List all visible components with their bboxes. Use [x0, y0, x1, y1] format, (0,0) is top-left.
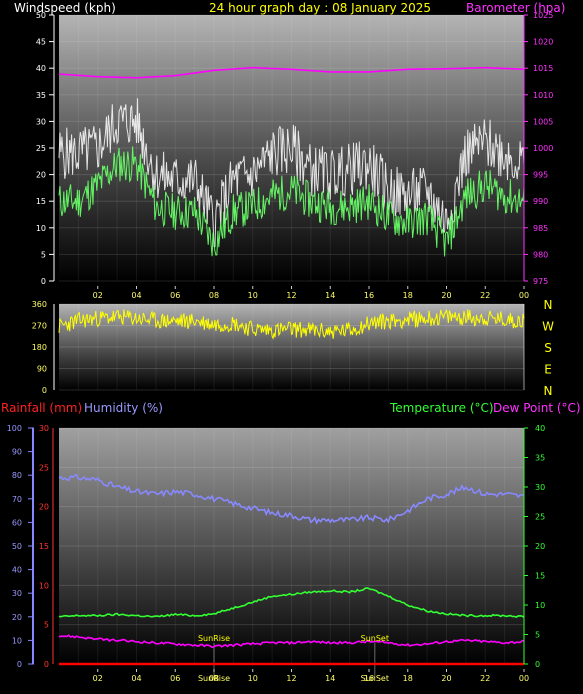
dewpoint-label: Dew Point (°C)	[493, 401, 581, 415]
sunrise-bottom-label: SunRise	[198, 674, 230, 683]
rain-tick-label: 30	[39, 424, 49, 433]
direction-tick-label: 0	[42, 386, 47, 395]
temp-tick-label: 30	[535, 483, 545, 492]
compass-label: E	[544, 363, 552, 377]
thermo-x-tick-label: 06	[170, 674, 180, 683]
temp-tick-label: 25	[535, 513, 545, 522]
thermo-x-tick-label: 20	[441, 674, 451, 683]
barometer-tick-label: 1005	[533, 117, 553, 126]
humidity-tick-label: 100	[7, 424, 22, 433]
windspeed-tick-label: 35	[36, 91, 46, 100]
barometer-tick-label: 975	[533, 277, 548, 286]
temp-tick-label: 35	[535, 454, 545, 463]
wind-x-tick-label: 02	[93, 291, 103, 300]
barometer-tick-label: 995	[533, 171, 548, 180]
humidity-label: Humidity (%)	[84, 401, 163, 415]
windspeed-tick-label: 10	[36, 224, 46, 233]
thermo-x-tick-label: 10	[248, 674, 258, 683]
chart-title: 24 hour graph day : 08 January 2025	[209, 1, 431, 15]
humidity-tick-label: 40	[12, 566, 22, 575]
direction-tick-label: 180	[32, 343, 47, 352]
barometer-tick-label: 1015	[533, 64, 553, 73]
direction-tick-label: 270	[32, 322, 47, 331]
wind-x-tick-label: 14	[325, 291, 335, 300]
compass-label: N	[544, 298, 553, 312]
windspeed-tick-label: 45	[36, 38, 46, 47]
wind-x-tick-label: 12	[286, 291, 296, 300]
sunset-bottom-label: SunSet	[361, 674, 389, 683]
thermo-x-tick-label: 12	[286, 674, 296, 683]
rain-tick-label: 25	[39, 463, 49, 472]
rainfall-label: Rainfall (mm)	[1, 401, 82, 415]
barometer-tick-label: 1000	[533, 144, 553, 153]
compass-label: S	[544, 341, 552, 355]
humidity-tick-label: 50	[12, 542, 22, 551]
temp-tick-label: 10	[535, 601, 545, 610]
thermo-x-tick-label: 18	[403, 674, 413, 683]
barometer-axis-label: Barometer (hpa)	[466, 1, 565, 15]
thermo-x-tick-label: 04	[131, 674, 141, 683]
windspeed-tick-label: 30	[36, 117, 46, 126]
windspeed-tick-label: 20	[36, 171, 46, 180]
humidity-tick-label: 30	[12, 589, 22, 598]
wind-x-tick-label: 04	[131, 291, 141, 300]
humidity-tick-label: 90	[12, 448, 22, 457]
windspeed-tick-label: 0	[41, 277, 46, 286]
thermo-x-tick-label: 14	[325, 674, 335, 683]
compass-label: W	[542, 320, 554, 334]
barometer-tick-label: 1010	[533, 91, 553, 100]
rain-humidity-temp-panel: 0102030405060708090100051015202530051015…	[1, 401, 581, 683]
wind-pressure-panel: 0510152025303540455097598098599099510001…	[14, 1, 565, 300]
thermo-x-tick-label: 00	[519, 674, 529, 683]
wind-x-tick-label: 10	[248, 291, 258, 300]
barometer-tick-label: 1020	[533, 38, 553, 47]
wind-x-tick-label: 00	[519, 291, 529, 300]
barometer-tick-label: 980	[533, 250, 548, 259]
humidity-tick-label: 10	[12, 636, 22, 645]
wind-x-tick-label: 18	[403, 291, 413, 300]
wind-x-tick-label: 20	[441, 291, 451, 300]
humidity-tick-label: 0	[17, 660, 22, 669]
temp-tick-label: 40	[535, 424, 545, 433]
temp-tick-label: 20	[535, 542, 545, 551]
rain-tick-label: 15	[39, 542, 49, 551]
humidity-tick-label: 20	[12, 613, 22, 622]
thermo-x-tick-label: 22	[480, 674, 490, 683]
rain-tick-label: 0	[44, 660, 49, 669]
direction-tick-label: 90	[37, 365, 47, 374]
windspeed-tick-label: 25	[36, 144, 46, 153]
windspeed-tick-label: 40	[36, 64, 46, 73]
barometer-tick-label: 985	[533, 224, 548, 233]
rain-tick-label: 5	[44, 621, 49, 630]
wind-x-tick-label: 22	[480, 291, 490, 300]
wind-direction-panel: 090180270360 NWSEN	[32, 298, 554, 398]
windspeed-axis-label: Windspeed (kph)	[14, 1, 116, 15]
temperature-label: Temperature (°C)	[389, 401, 494, 415]
windspeed-tick-label: 15	[36, 197, 46, 206]
rain-tick-label: 10	[39, 581, 49, 590]
sunset-label: SunSet	[361, 634, 389, 643]
compass-label: N	[544, 384, 553, 398]
humidity-tick-label: 70	[12, 495, 22, 504]
thermo-x-tick-label: 02	[93, 674, 103, 683]
temp-tick-label: 15	[535, 572, 545, 581]
direction-tick-label: 360	[32, 300, 47, 309]
wind-x-tick-label: 08	[209, 291, 219, 300]
rain-tick-label: 20	[39, 503, 49, 512]
temp-tick-label: 0	[535, 660, 540, 669]
temp-tick-label: 5	[535, 631, 540, 640]
windspeed-tick-label: 5	[41, 250, 46, 259]
sunrise-label: SunRise	[198, 634, 230, 643]
wind-x-tick-label: 16	[364, 291, 374, 300]
barometer-tick-label: 990	[533, 197, 548, 206]
humidity-tick-label: 60	[12, 518, 22, 527]
wind-x-tick-label: 06	[170, 291, 180, 300]
weather-graph: 0510152025303540455097598098599099510001…	[1, 1, 581, 683]
humidity-tick-label: 80	[12, 471, 22, 480]
